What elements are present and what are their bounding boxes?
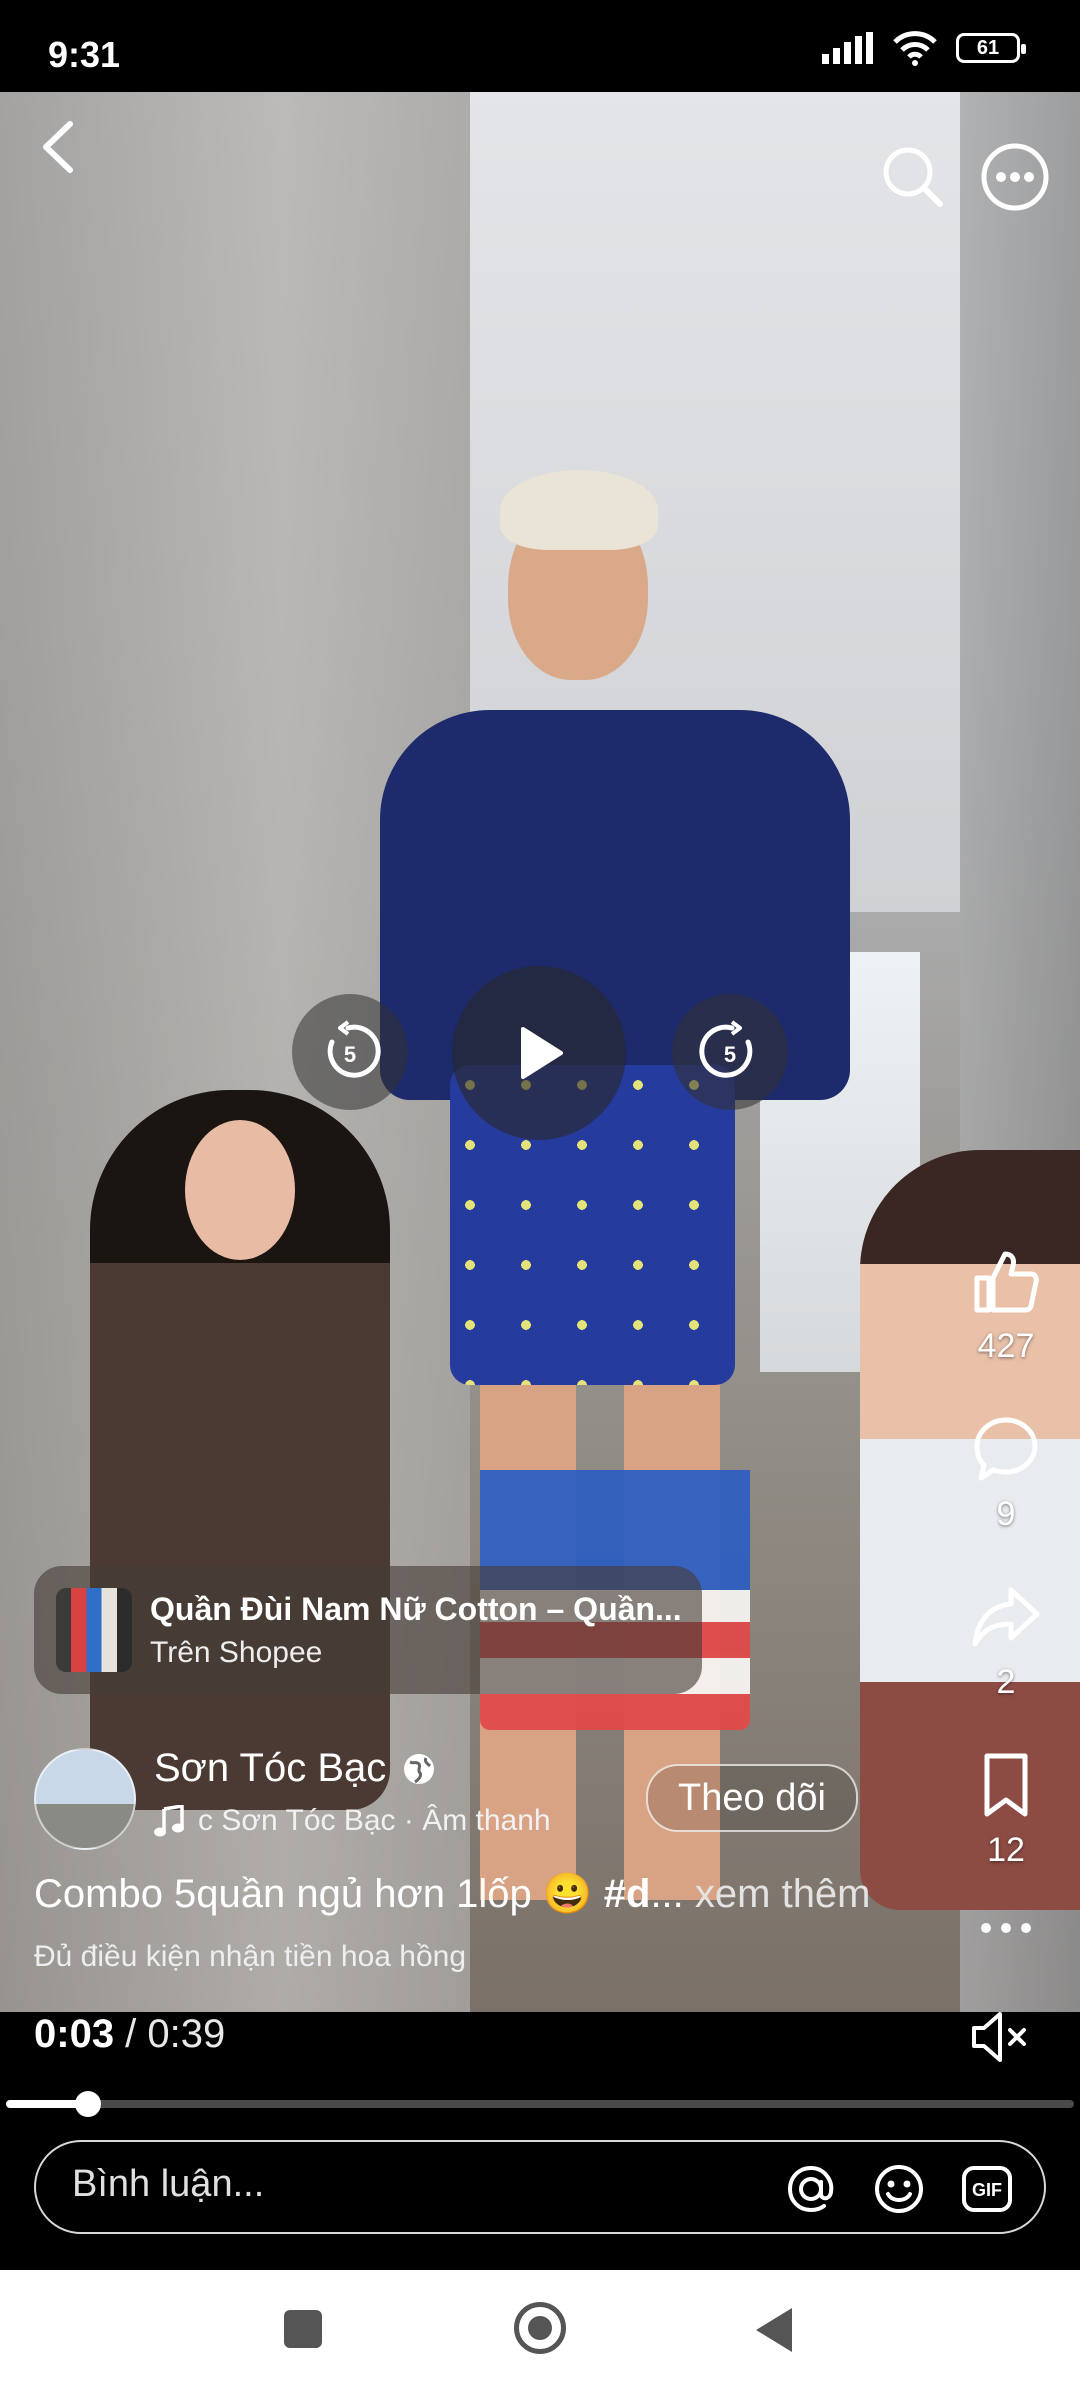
product-title: Quần Đùi Nam Nữ Cotton – Quần... [150, 1590, 682, 1627]
comment-input[interactable] [70, 2162, 754, 2207]
caption[interactable]: Combo 5quần ngủ hơn 1lốp 😀 #d... xem thê… [34, 1870, 871, 1917]
comment-box[interactable]: GIF [34, 2140, 1046, 2234]
like-button[interactable]: 427 [946, 1246, 1066, 1366]
see-more-link[interactable]: xem thêm [684, 1872, 871, 1916]
progress-handle[interactable] [75, 2091, 101, 2117]
forward-seconds: 5 [724, 1042, 736, 1067]
music-text: c Sơn Tóc Bạc · Âm thanh [198, 1804, 551, 1837]
music-line[interactable]: c Sơn Tóc Bạc · Âm thanh [154, 1804, 604, 1838]
signal-icon [822, 32, 873, 64]
video-figure [185, 1120, 295, 1260]
forward-icon: 5 [699, 1020, 753, 1078]
play-icon [521, 1027, 563, 1079]
time-display: 0:03 / 0:39 [34, 2012, 225, 2057]
search-button[interactable] [878, 142, 946, 210]
product-source: Trên Shopee [150, 1635, 323, 1669]
battery-indicator: 61 [956, 33, 1026, 63]
rewind-icon: 5 [327, 1020, 381, 1078]
save-button[interactable]: 12 [946, 1750, 1066, 1870]
caption-hashtag[interactable]: #d [604, 1872, 651, 1916]
more-options-button[interactable] [980, 142, 1050, 212]
product-card[interactable]: Quần Đùi Nam Nữ Cotton – Quần... Trên Sh… [34, 1566, 702, 1694]
comment-count: 9 [996, 1495, 1016, 1533]
rail-more-button[interactable] [946, 1920, 1066, 1941]
time-separator: / [114, 2012, 148, 2056]
like-count: 427 [977, 1327, 1035, 1365]
comment-tools: GIF [784, 2162, 1014, 2216]
share-count: 2 [996, 1663, 1016, 1701]
caption-text: Combo 5quần ngủ hơn 1lốp 😀 [34, 1872, 604, 1916]
mute-button[interactable] [970, 2008, 1030, 2066]
navigation-bar [0, 2270, 1080, 2400]
caption-ellipsis: ... [650, 1872, 684, 1916]
bookmark-icon [984, 1753, 1028, 1817]
music-icon [154, 1805, 184, 1837]
rewind-seconds: 5 [344, 1042, 356, 1067]
product-thumbnail [56, 1588, 132, 1672]
total-time: 0:39 [147, 2012, 226, 2056]
globe-icon [404, 1753, 435, 1784]
comment-icon [974, 1417, 1038, 1481]
gif-icon[interactable]: GIF [960, 2162, 1014, 2216]
search-icon [883, 147, 943, 207]
video-figure [500, 470, 658, 550]
mention-icon[interactable] [784, 2162, 838, 2216]
forward-button[interactable]: 5 [672, 994, 788, 1110]
follow-button[interactable]: Theo dõi [646, 1764, 858, 1832]
status-bar: 9:31 61 [0, 0, 1080, 92]
status-time: 9:31 [48, 34, 121, 75]
emoji-icon[interactable] [872, 2162, 926, 2216]
share-button[interactable]: 2 [946, 1582, 1066, 1702]
rewind-button[interactable]: 5 [292, 994, 408, 1110]
author-avatar[interactable] [34, 1748, 136, 1850]
author-name: Sơn Tóc Bạc [154, 1746, 387, 1790]
recents-button[interactable] [284, 2310, 322, 2348]
current-time: 0:03 [34, 2012, 115, 2056]
commission-note: Đủ điều kiện nhận tiền hoa hồng [34, 1940, 467, 1973]
status-icons: 61 [822, 30, 1026, 66]
back-icon [43, 121, 73, 173]
mute-icon [972, 2012, 1026, 2062]
wifi-icon [893, 31, 937, 66]
play-button[interactable] [452, 966, 626, 1140]
share-icon [972, 1587, 1040, 1647]
system-back-button[interactable] [756, 2308, 792, 2352]
like-icon [974, 1251, 1039, 1313]
author-name-row[interactable]: Sơn Tóc Bạc [154, 1746, 436, 1791]
comment-button[interactable]: 9 [946, 1414, 1066, 1534]
product-text: Quần Đùi Nam Nữ Cotton – Quần... Trên Sh… [150, 1591, 682, 1670]
more-icon [981, 143, 1049, 211]
more-horizontal-icon [981, 1923, 1031, 1933]
svg-text:GIF: GIF [972, 2180, 1002, 2200]
back-button[interactable] [28, 112, 88, 182]
save-count: 12 [987, 1831, 1025, 1869]
battery-level: 61 [976, 36, 1000, 59]
home-button[interactable] [514, 2302, 566, 2354]
progress-bar[interactable] [6, 2091, 1074, 2117]
